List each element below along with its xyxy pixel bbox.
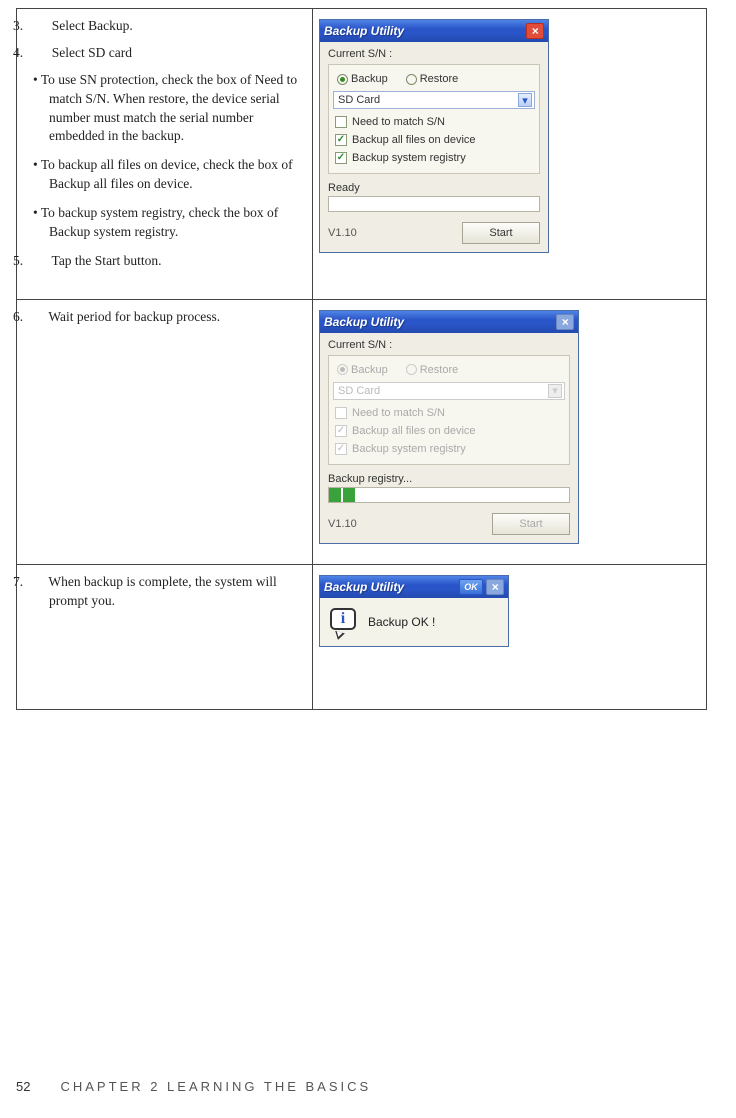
need-match-sn-checkbox[interactable]: Need to match S/N bbox=[333, 113, 535, 131]
close-icon[interactable]: × bbox=[486, 579, 504, 595]
current-sn-label: Current S/N : bbox=[328, 339, 570, 351]
ok-button[interactable]: OK bbox=[459, 579, 483, 595]
titlebar: Backup Utility × bbox=[320, 20, 548, 42]
restore-radio[interactable]: Restore bbox=[406, 73, 459, 85]
backup-ok-messagebox: Backup Utility OK × i Backup OK ! bbox=[319, 575, 509, 647]
page-footer: 52 CHAPTER 2 LEARNING THE BASICS bbox=[16, 1079, 371, 1094]
backup-all-files-checkbox[interactable]: ✓Backup all files on device bbox=[333, 131, 535, 149]
document-page: 3. Select Backup. 4. Select SD card To u… bbox=[0, 0, 736, 1118]
window-body: Current S/N : Backup Restore SD Card ▾ bbox=[320, 42, 548, 252]
step-list-2: 6. Wait period for backup process. bbox=[23, 308, 306, 327]
destination-select[interactable]: SD Card ▾ bbox=[333, 91, 535, 109]
backup-radio: Backup bbox=[337, 364, 388, 376]
bullet-allfiles: To backup all files on device, check the… bbox=[39, 156, 306, 194]
step-5: 5. Tap the Start button. bbox=[39, 252, 306, 271]
backup-registry-checkbox: ✓Backup system registry bbox=[333, 440, 565, 458]
select-value: SD Card bbox=[338, 385, 380, 397]
progress-bar bbox=[328, 196, 540, 212]
row3-text-cell: 7. When backup is complete, the system w… bbox=[17, 564, 313, 709]
progress-segment bbox=[343, 488, 355, 502]
bottom-row: V1.10 Start bbox=[328, 513, 570, 535]
message-text: Backup OK ! bbox=[368, 615, 435, 629]
restore-radio: Restore bbox=[406, 364, 459, 376]
progress-segment bbox=[329, 488, 341, 502]
version-label: V1.10 bbox=[328, 227, 357, 239]
current-sn-label: Current S/N : bbox=[328, 48, 540, 60]
window-title: Backup Utility bbox=[324, 24, 526, 38]
backup-utility-window-running: Backup Utility × Current S/N : Backup Re… bbox=[319, 310, 579, 544]
step-list-cont: 5. Tap the Start button. bbox=[23, 252, 306, 271]
bullet-registry: To backup system registry, check the box… bbox=[39, 204, 306, 242]
start-button: Start bbox=[492, 513, 570, 535]
backup-registry-checkbox[interactable]: ✓Backup system registry bbox=[333, 149, 535, 167]
options-panel: Backup Restore SD Card ▾ Need to match S… bbox=[328, 64, 540, 174]
status-label: Backup registry... bbox=[328, 473, 570, 485]
info-icon: i bbox=[330, 608, 358, 636]
radio-row: Backup Restore bbox=[333, 362, 565, 382]
row2-image-cell: Backup Utility × Current S/N : Backup Re… bbox=[313, 299, 707, 564]
message-body: i Backup OK ! bbox=[320, 598, 508, 646]
close-icon[interactable]: × bbox=[526, 23, 544, 39]
instruction-table: 3. Select Backup. 4. Select SD card To u… bbox=[16, 8, 707, 710]
window-title: Backup Utility bbox=[324, 315, 556, 329]
select-value: SD Card bbox=[338, 94, 380, 106]
step-4: 4. Select SD card bbox=[39, 44, 306, 63]
backup-radio[interactable]: Backup bbox=[337, 73, 388, 85]
chevron-down-icon: ▾ bbox=[518, 93, 532, 107]
row2-text-cell: 6. Wait period for backup process. bbox=[17, 299, 313, 564]
radio-row: Backup Restore bbox=[333, 71, 535, 91]
window-title: Backup Utility bbox=[324, 580, 459, 594]
step-7: 7. When backup is complete, the system w… bbox=[39, 573, 306, 611]
destination-select: SD Card ▾ bbox=[333, 382, 565, 400]
titlebar: Backup Utility OK × bbox=[320, 576, 508, 598]
step-list-3: 7. When backup is complete, the system w… bbox=[23, 573, 306, 611]
bottom-row: V1.10 Start bbox=[328, 222, 540, 244]
step-3: 3. Select Backup. bbox=[39, 17, 306, 36]
titlebar: Backup Utility × bbox=[320, 311, 578, 333]
window-body: Current S/N : Backup Restore SD Card ▾ bbox=[320, 333, 578, 543]
start-button[interactable]: Start bbox=[462, 222, 540, 244]
close-icon[interactable]: × bbox=[556, 314, 574, 330]
row1-text-cell: 3. Select Backup. 4. Select SD card To u… bbox=[17, 9, 313, 300]
backup-all-files-checkbox: ✓Backup all files on device bbox=[333, 422, 565, 440]
status-label: Ready bbox=[328, 182, 540, 194]
version-label: V1.10 bbox=[328, 518, 357, 530]
need-match-sn-checkbox: Need to match S/N bbox=[333, 404, 565, 422]
row3-image-cell: Backup Utility OK × i Backup OK ! bbox=[313, 564, 707, 709]
bullet-list: To use SN protection, check the box of N… bbox=[23, 71, 306, 242]
row1-image-cell: Backup Utility × Current S/N : Backup Re… bbox=[313, 9, 707, 300]
step-6: 6. Wait period for backup process. bbox=[39, 308, 306, 327]
page-number: 52 bbox=[16, 1079, 30, 1094]
chevron-down-icon: ▾ bbox=[548, 384, 562, 398]
bullet-sn: To use SN protection, check the box of N… bbox=[39, 71, 306, 147]
chapter-title: CHAPTER 2 LEARNING THE BASICS bbox=[60, 1079, 371, 1094]
step-list: 3. Select Backup. 4. Select SD card bbox=[23, 17, 306, 63]
options-panel-disabled: Backup Restore SD Card ▾ Need to match S… bbox=[328, 355, 570, 465]
backup-utility-window-ready: Backup Utility × Current S/N : Backup Re… bbox=[319, 19, 549, 253]
progress-bar bbox=[328, 487, 570, 503]
